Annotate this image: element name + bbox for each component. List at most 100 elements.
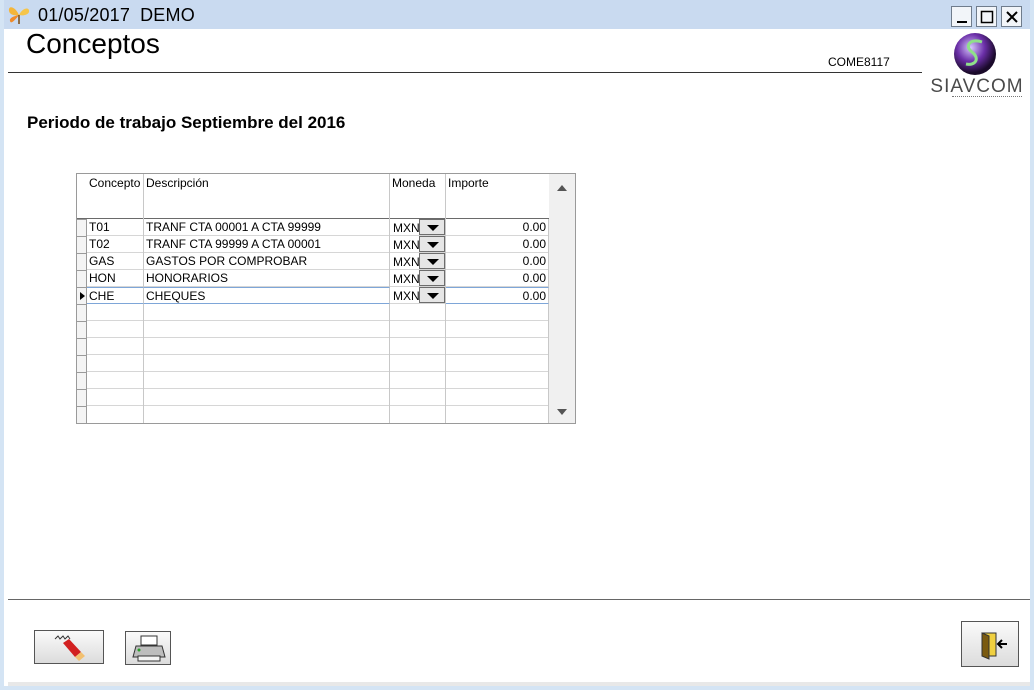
row-selector-mark	[77, 389, 87, 390]
cell-moneda[interactable]	[390, 321, 446, 338]
cell-importe[interactable]	[446, 338, 549, 355]
close-icon	[1006, 11, 1018, 23]
cell-moneda[interactable]: MXN	[390, 287, 446, 304]
app-window: 01/05/2017 DEMO Conceptos COME8117 SIAVCO…	[0, 0, 1034, 690]
title-company: DEMO	[140, 5, 195, 25]
row-selector-mark	[77, 270, 87, 271]
cell-moneda[interactable]	[390, 355, 446, 372]
minimize-icon	[957, 21, 967, 23]
cell-concepto[interactable]: HON	[87, 270, 144, 287]
column-header-importe[interactable]: Importe	[446, 174, 549, 219]
cell-importe[interactable]	[446, 389, 549, 406]
moneda-dropdown-button[interactable]	[419, 253, 445, 269]
cell-concepto[interactable]: CHE	[87, 287, 144, 304]
cell-concepto[interactable]	[87, 304, 144, 321]
clear-button[interactable]	[34, 630, 104, 664]
moneda-dropdown-button[interactable]	[419, 287, 445, 303]
cell-importe[interactable]: 0.00	[446, 270, 549, 287]
moneda-dropdown-button[interactable]	[419, 270, 445, 286]
empty-row[interactable]	[87, 389, 549, 406]
cell-concepto[interactable]: GAS	[87, 253, 144, 270]
cell-descripcion[interactable]: CHEQUES	[144, 287, 390, 304]
cell-importe[interactable]	[446, 321, 549, 338]
moneda-dropdown-button[interactable]	[419, 236, 445, 252]
cell-concepto[interactable]	[87, 389, 144, 406]
status-strip	[8, 682, 1030, 686]
column-header-descripcion[interactable]: Descripción	[144, 174, 390, 219]
empty-row[interactable]	[87, 406, 549, 423]
cell-concepto[interactable]	[87, 338, 144, 355]
cell-importe[interactable]: 0.00	[446, 219, 549, 236]
moneda-value: MXN	[393, 289, 420, 303]
cell-descripcion[interactable]	[144, 321, 390, 338]
table-row[interactable]: GAS GASTOS POR COMPROBAR MXN 0.00	[87, 253, 549, 270]
cell-descripcion[interactable]: HONORARIOS	[144, 270, 390, 287]
cell-moneda[interactable]: MXN	[390, 219, 446, 236]
cell-descripcion[interactable]	[144, 406, 390, 423]
maximize-icon	[980, 10, 994, 24]
cell-descripcion[interactable]	[144, 338, 390, 355]
row-selector-mark	[77, 355, 87, 356]
moneda-value: MXN	[393, 272, 420, 286]
cell-descripcion[interactable]: GASTOS POR COMPROBAR	[144, 253, 390, 270]
row-selector-mark	[77, 406, 87, 407]
empty-row[interactable]	[87, 355, 549, 372]
cell-concepto[interactable]: T02	[87, 236, 144, 253]
column-header-concepto[interactable]: Concepto	[87, 174, 144, 219]
empty-row[interactable]	[87, 372, 549, 389]
cell-descripcion[interactable]	[144, 355, 390, 372]
title-bar[interactable]: 01/05/2017 DEMO	[4, 0, 1030, 29]
cell-importe[interactable]	[446, 304, 549, 321]
empty-row[interactable]	[87, 338, 549, 355]
cell-moneda[interactable]	[390, 389, 446, 406]
column-header-moneda[interactable]: Moneda	[390, 174, 446, 219]
exit-button[interactable]	[961, 621, 1019, 667]
cell-descripcion[interactable]	[144, 372, 390, 389]
maximize-button[interactable]	[976, 6, 997, 27]
scroll-up-icon[interactable]	[557, 185, 567, 191]
table-row-current[interactable]: CHE CHEQUES MXN 0.00	[87, 287, 549, 304]
empty-row[interactable]	[87, 321, 549, 338]
logo-text: SIAVCOM	[930, 76, 1024, 97]
cell-importe[interactable]: 0.00	[446, 253, 549, 270]
cell-moneda[interactable]	[390, 304, 446, 321]
cell-moneda[interactable]	[390, 338, 446, 355]
table-row[interactable]: HON HONORARIOS MXN 0.00	[87, 270, 549, 287]
title-date: 01/05/2017	[38, 5, 131, 25]
moneda-value: MXN	[393, 238, 420, 252]
window-title: 01/05/2017 DEMO	[38, 5, 205, 26]
cell-importe[interactable]	[446, 355, 549, 372]
cell-moneda[interactable]: MXN	[390, 253, 446, 270]
cell-concepto[interactable]	[87, 355, 144, 372]
cell-moneda[interactable]	[390, 406, 446, 423]
print-button[interactable]	[125, 631, 171, 665]
conceptos-grid[interactable]: Concepto Descripción Moneda Importe T01 …	[76, 173, 576, 424]
form-code: COME8117	[828, 55, 890, 69]
cell-importe[interactable]: 0.00	[446, 236, 549, 253]
cell-concepto[interactable]	[87, 406, 144, 423]
table-row[interactable]: T01 TRANF CTA 00001 A CTA 99999 MXN 0.00	[87, 219, 549, 236]
cell-moneda[interactable]: MXN	[390, 270, 446, 287]
cell-importe[interactable]: 0.00	[446, 287, 549, 304]
minimize-button[interactable]	[951, 6, 972, 27]
cell-moneda[interactable]	[390, 372, 446, 389]
scroll-down-icon[interactable]	[557, 409, 567, 415]
cell-concepto[interactable]	[87, 321, 144, 338]
empty-row[interactable]	[87, 304, 549, 321]
close-button[interactable]	[1001, 6, 1022, 27]
row-selector-mark	[77, 287, 87, 288]
cell-moneda[interactable]: MXN	[390, 236, 446, 253]
cell-importe[interactable]	[446, 406, 549, 423]
vertical-scrollbar[interactable]	[549, 174, 575, 423]
row-selector-mark	[77, 321, 87, 322]
footer-divider	[8, 599, 1030, 600]
cell-concepto[interactable]	[87, 372, 144, 389]
cell-concepto[interactable]: T01	[87, 219, 144, 236]
cell-importe[interactable]	[446, 372, 549, 389]
moneda-dropdown-button[interactable]	[419, 219, 445, 235]
cell-descripcion[interactable]: TRANF CTA 99999 A CTA 00001	[144, 236, 390, 253]
cell-descripcion[interactable]	[144, 389, 390, 406]
cell-descripcion[interactable]	[144, 304, 390, 321]
table-row[interactable]: T02 TRANF CTA 99999 A CTA 00001 MXN 0.00	[87, 236, 549, 253]
cell-descripcion[interactable]: TRANF CTA 00001 A CTA 99999	[144, 219, 390, 236]
